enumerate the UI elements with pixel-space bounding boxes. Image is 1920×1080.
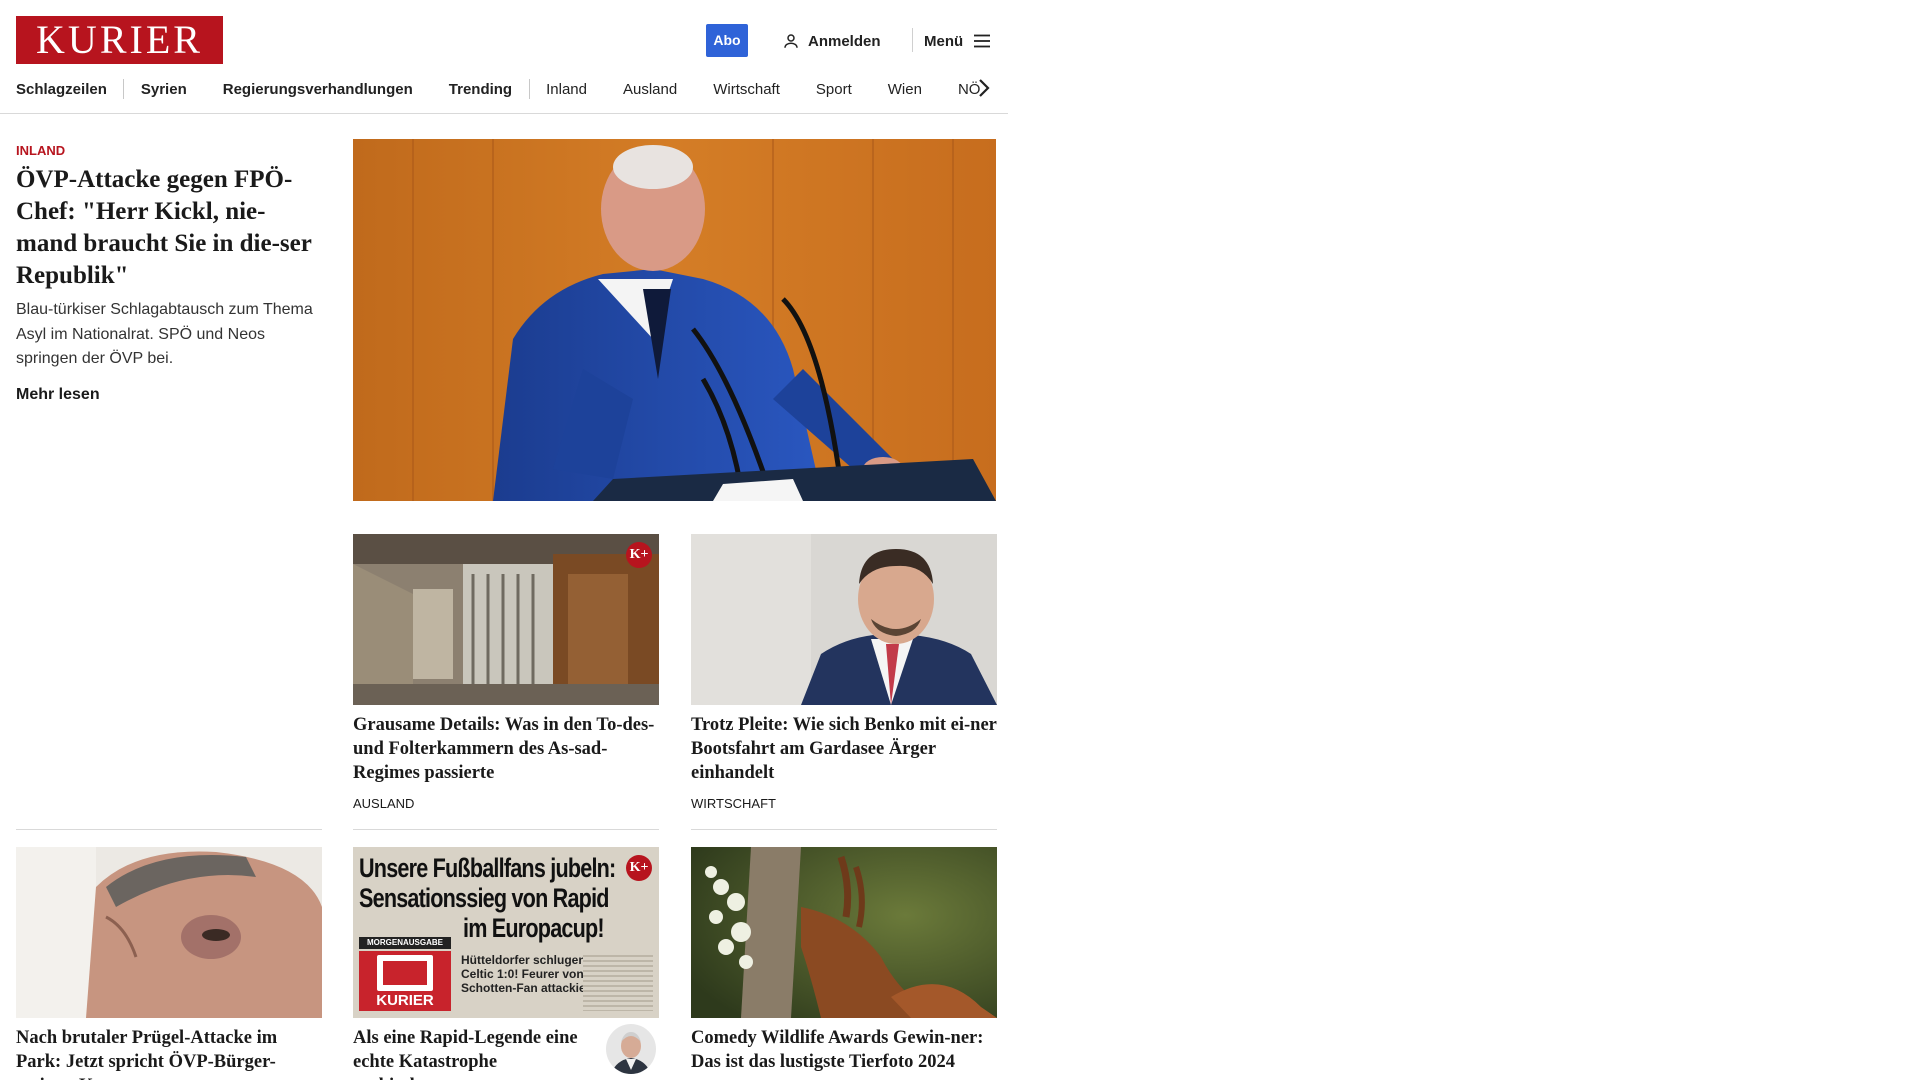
nav-item-syrien[interactable]: Syrien xyxy=(141,81,187,98)
article-image-squirrel[interactable] xyxy=(691,847,997,1018)
clipping-brand: KURIER xyxy=(376,992,434,1009)
article-headline[interactable]: Als eine Rapid-Legende eine echte Katast… xyxy=(353,1026,593,1080)
menu-label: Menü xyxy=(924,32,964,50)
premium-badge: K+ xyxy=(626,855,652,881)
clipping-column-text xyxy=(583,955,653,1011)
header-divider xyxy=(912,28,913,52)
login-button[interactable]: Anmelden xyxy=(782,29,881,53)
kurier-logo[interactable]: KURIER xyxy=(16,16,223,64)
clipping-kurier-logo: KURIER xyxy=(359,951,451,1011)
author-avatar xyxy=(606,1024,656,1074)
nav-item-schlagzeilen[interactable]: Schlagzeilen xyxy=(16,81,107,98)
article-headline[interactable]: Comedy Wildlife Awards Gewin-ner: Das is… xyxy=(691,1026,997,1074)
abo-button[interactable]: Abo xyxy=(706,24,748,57)
article-headline[interactable]: Trotz Pleite: Wie sich Benko mit ei-ner … xyxy=(691,713,997,785)
clipping-headline: Unsere Fußballfans jubeln: Sensationssie… xyxy=(359,853,616,943)
nav-item-regierungsverhandlungen[interactable]: Regierungsverhandlungen xyxy=(223,81,413,98)
lead-headline[interactable]: ÖVP-Attacke gegen FPÖ-Chef: "Herr Kickl,… xyxy=(16,164,326,292)
read-more-link[interactable]: Mehr lesen xyxy=(16,386,100,404)
article-image-rapid-clipping[interactable]: Unsere Fußballfans jubeln: Sensationssie… xyxy=(353,847,659,1018)
nav-item-wien[interactable]: Wien xyxy=(888,81,922,98)
nav-item-trending[interactable]: Trending xyxy=(449,81,512,98)
login-label: Anmelden xyxy=(808,32,881,50)
nav-item-inland[interactable]: Inland xyxy=(546,81,587,98)
clipping-sub-line1: Hütteldorfer schlugen xyxy=(461,953,586,967)
nav-item-ausland[interactable]: Ausland xyxy=(623,81,677,98)
clipping-headline-line2: Sensationssieg von Rapid xyxy=(359,883,609,913)
nav-item-wirtschaft[interactable]: Wirtschaft xyxy=(713,81,780,98)
article-category[interactable]: AUSLAND xyxy=(353,796,414,811)
article-headline[interactable]: Nach brutaler Prügel-Attacke im Park: Je… xyxy=(16,1026,322,1080)
user-icon xyxy=(784,34,798,48)
clipping-sub-line2: Celtic 1:0! Feurer von xyxy=(461,967,584,981)
hamburger-icon xyxy=(974,34,991,48)
main-nav: Schlagzeilen Syrien Regierungsverhandlun… xyxy=(16,78,980,100)
clipping-headline-line1: Unsere Fußballfans jubeln: xyxy=(359,853,616,883)
clipping-sub-line3: Schotten-Fan attackiert xyxy=(461,981,595,995)
lead-category[interactable]: INLAND xyxy=(16,143,65,158)
menu-button[interactable]: Menü xyxy=(924,29,991,53)
article-image-benko[interactable] xyxy=(691,534,997,705)
article-headline[interactable]: Grausame Details: Was in den To-des- und… xyxy=(353,713,659,785)
section-divider xyxy=(691,829,997,830)
lead-teaser: Blau-türkiser Schlagabtausch zum Thema A… xyxy=(16,301,313,367)
clipping-subhead: Hütteldorfer schlugen Celtic 1:0! Feurer… xyxy=(461,953,594,995)
nav-divider xyxy=(122,79,124,99)
nav-item-sport[interactable]: Sport xyxy=(816,81,852,98)
site-header: KURIER Abo Anmelden Menü Schlagzeilen Sy… xyxy=(0,0,1008,114)
article-image-koza[interactable] xyxy=(16,847,322,1018)
clipping-edition: MORGENAUSGABE xyxy=(359,937,451,949)
section-divider xyxy=(353,829,659,830)
article-image-prison[interactable] xyxy=(353,534,659,705)
nav-divider xyxy=(529,79,531,99)
lead-image[interactable] xyxy=(353,139,996,501)
premium-badge: K+ xyxy=(626,542,652,568)
chevron-right-icon[interactable] xyxy=(974,77,994,99)
article-category[interactable]: WIRTSCHAFT xyxy=(691,796,776,811)
section-divider xyxy=(16,829,322,830)
